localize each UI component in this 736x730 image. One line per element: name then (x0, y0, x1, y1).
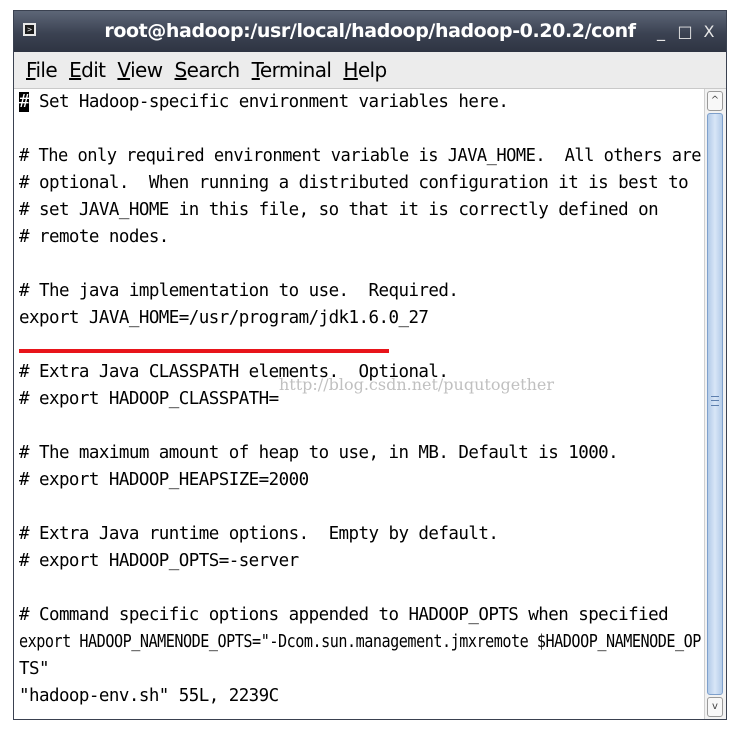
menu-help[interactable]: Help (343, 58, 387, 82)
terminal-content[interactable]: # Set Hadoop-specific environment variab… (14, 89, 704, 719)
scroll-down-arrow[interactable]: v (707, 697, 723, 717)
text-cursor: # (19, 92, 30, 112)
minimize-button[interactable]: _ (650, 11, 672, 52)
terminal-line: TS" (19, 659, 50, 679)
terminal-line: # Set Hadoop-specific environment variab… (19, 92, 509, 112)
terminal-line: # The only required environment variable… (19, 146, 702, 166)
terminal-line: # Extra Java runtime options. Empty by d… (19, 524, 499, 544)
scrollbar-thumb[interactable] (707, 113, 723, 695)
status-line: "hadoop-env.sh" 55L, 2239C (19, 686, 279, 706)
window-title: root@hadoop:/usr/local/hadoop/hadoop-0.2… (104, 20, 636, 42)
scroll-up-arrow[interactable]: ^ (707, 91, 723, 111)
menu-file[interactable]: File (26, 58, 58, 82)
terminal-line: # The maximum amount of heap to use, in … (19, 443, 619, 463)
close-button[interactable]: X (698, 11, 720, 52)
terminal-line: # remote nodes. (19, 227, 169, 247)
maximize-button[interactable]: □ (674, 11, 696, 52)
terminal-line: # export HADOOP_CLASSPATH= (19, 389, 279, 409)
terminal-line: # set JAVA_HOME in this file, so that it… (19, 200, 659, 220)
vertical-scrollbar[interactable]: ^ v (704, 89, 726, 719)
terminal-line: # optional. When running a distributed c… (19, 173, 689, 193)
java-home-export-line: export JAVA_HOME=/usr/program/jdk1.6.0_2… (19, 308, 429, 328)
title-bar[interactable]: > root@hadoop:/usr/local/hadoop/hadoop-0… (14, 11, 726, 52)
terminal-window: > root@hadoop:/usr/local/hadoop/hadoop-0… (13, 10, 727, 720)
terminal-line: # Command specific options appended to H… (19, 605, 669, 625)
menu-edit[interactable]: Edit (69, 58, 106, 82)
red-underline-annotation (19, 349, 389, 353)
scrollbar-grip-icon (711, 396, 719, 406)
terminal-line: # export HADOOP_OPTS=-server (19, 551, 299, 571)
menu-view[interactable]: View (117, 58, 163, 82)
menu-bar: File Edit View Search Terminal Help (14, 52, 726, 89)
menu-terminal[interactable]: Terminal (252, 58, 332, 82)
terminal-line: # export HADOOP_HEAPSIZE=2000 (19, 470, 309, 490)
watermark-text: http://blog.csdn.net/puqutogether (279, 375, 555, 394)
menu-search[interactable]: Search (175, 58, 241, 82)
terminal-line: # The java implementation to use. Requir… (19, 281, 459, 301)
terminal-line: export HADOOP_NAMENODE_OPTS="-Dcom.sun.m… (19, 632, 701, 652)
